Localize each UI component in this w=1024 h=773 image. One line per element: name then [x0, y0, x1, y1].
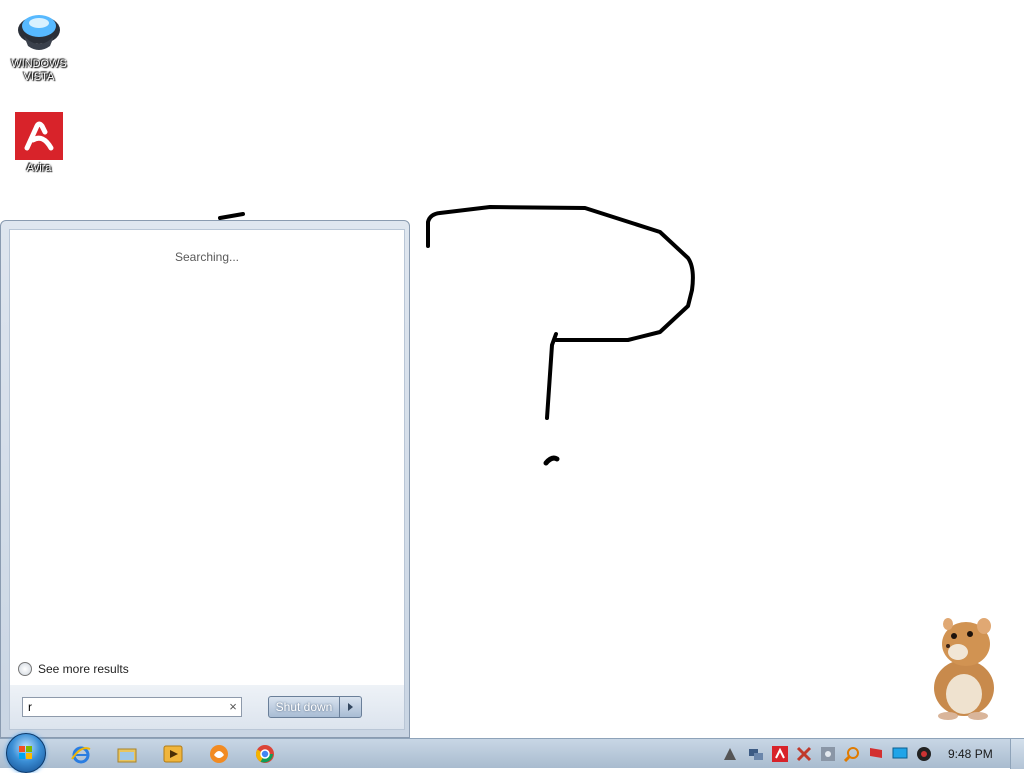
windows-explorer-icon[interactable] [116, 743, 138, 765]
network-icon[interactable] [748, 746, 764, 762]
search-icon[interactable] [844, 746, 860, 762]
start-search-input[interactable]: r [22, 697, 242, 717]
windows-vista-desktop-icon[interactable]: WINDOWS VISTA [4, 10, 74, 84]
start-menu-bottom-bar: r × Shut down [9, 685, 405, 730]
searching-status: Searching... [174, 250, 240, 264]
hamster-icon [934, 618, 994, 720]
start-button[interactable] [6, 733, 46, 773]
clear-search-icon[interactable]: × [224, 697, 242, 717]
taskbar-clock[interactable]: 9:48 PM [948, 747, 993, 761]
shut-down-button[interactable]: Shut down [268, 696, 340, 718]
chrome-icon[interactable] [254, 743, 276, 765]
avira-desktop-icon[interactable]: Avira [4, 112, 74, 175]
avira-label: Avira [26, 162, 52, 174]
see-more-results-link[interactable]: See more results [18, 662, 129, 676]
monitor-icon[interactable] [892, 746, 908, 762]
volume-icon[interactable] [916, 746, 932, 762]
show-desktop-button[interactable] [1010, 739, 1024, 769]
windows-vista-label: WINDOWS VISTA [11, 58, 67, 83]
media-player-icon[interactable] [162, 743, 184, 765]
search-results-pane: Searching... See more results [9, 229, 405, 687]
avira-icon [15, 112, 63, 160]
shut-down-options-button[interactable] [340, 696, 362, 718]
settings-icon[interactable] [820, 746, 836, 762]
windows-vista-icon [18, 15, 60, 50]
internet-explorer-icon[interactable] [70, 743, 92, 765]
red-flag-icon[interactable] [868, 746, 884, 762]
avira-tray-icon[interactable] [772, 746, 788, 762]
avast-icon[interactable] [722, 746, 738, 762]
taskbar: 9:48 PM [0, 733, 1024, 773]
flag-icon[interactable] [796, 746, 812, 762]
windows-logo-icon [19, 746, 32, 759]
see-more-results-label: See more results [38, 662, 129, 676]
search-icon [18, 662, 32, 676]
app-icon[interactable] [208, 743, 230, 765]
start-menu: Searching... See more results r × Shut d… [0, 220, 410, 738]
